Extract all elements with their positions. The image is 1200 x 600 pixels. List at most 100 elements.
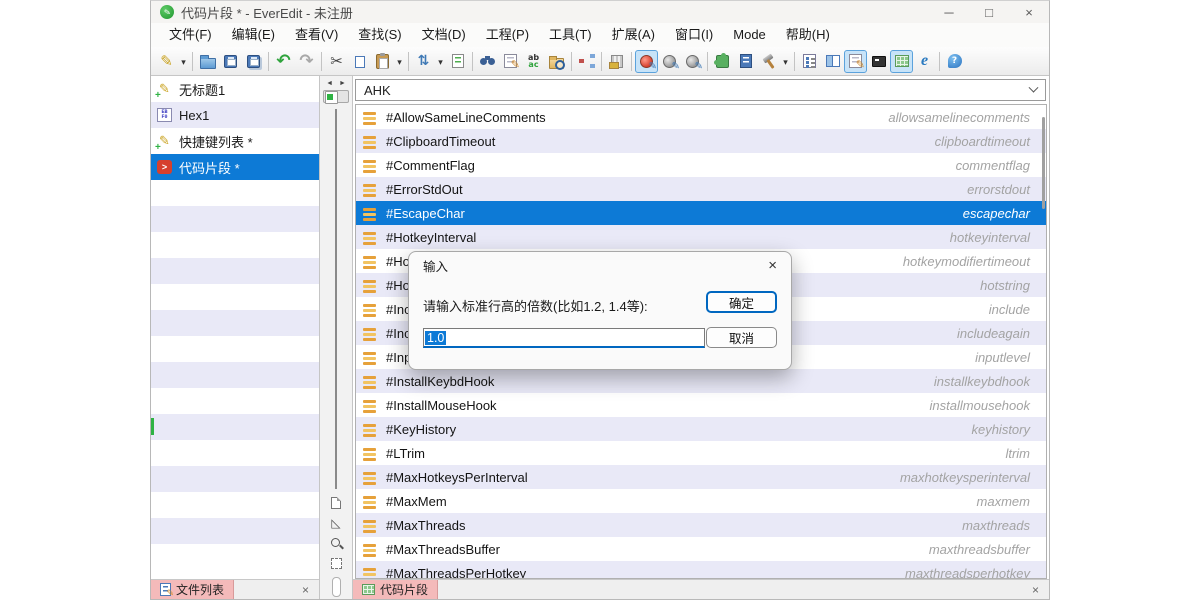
strip-scrollbar-thumb[interactable] xyxy=(332,577,341,597)
dialog-close-button[interactable]: × xyxy=(768,258,777,273)
minimize-button[interactable]: ─ xyxy=(929,1,969,23)
menu-item[interactable]: 查看(V) xyxy=(285,23,348,47)
snippet-name: #InstallKeybdHook xyxy=(386,374,494,389)
screen: 代码片段 * - EverEdit - 未注册 ─ □ × 文件(F)编辑(E)… xyxy=(0,0,1200,600)
record-macro-button[interactable] xyxy=(635,50,658,73)
snippet-row[interactable]: #MaxThreadsPerHotkey maxthreadsperhotkey xyxy=(356,561,1046,579)
reformat-dropdown[interactable] xyxy=(435,50,446,73)
find-icon xyxy=(479,55,497,67)
splitter-track[interactable] xyxy=(335,109,337,489)
sidebar-item[interactable]: 代码片段 * xyxy=(151,154,319,180)
build-button[interactable] xyxy=(757,50,780,73)
snippet-row[interactable]: #MaxHotkeysPerInterval maxhotkeysperinte… xyxy=(356,465,1046,489)
chevron-down-icon xyxy=(783,52,788,70)
menu-item[interactable]: 编辑(E) xyxy=(222,23,285,47)
build-dropdown[interactable] xyxy=(780,50,791,73)
snippet-panel-button[interactable] xyxy=(890,50,913,73)
play-macro-button[interactable] xyxy=(658,50,681,73)
snippet-row[interactable]: #CommentFlag commentflag xyxy=(356,153,1046,177)
tab-file-list[interactable]: 文件列表 xyxy=(151,580,234,599)
replace-button[interactable] xyxy=(522,50,545,73)
close-button[interactable]: × xyxy=(1009,1,1049,23)
hex-doc-icon xyxy=(157,108,172,122)
menu-item[interactable]: 工具(T) xyxy=(539,23,602,47)
snippet-trigger: allowsamelinecomments xyxy=(888,110,1030,125)
console-panel-icon xyxy=(872,56,886,67)
snippet-trigger: keyhistory xyxy=(971,422,1030,437)
plugin-button[interactable] xyxy=(711,50,734,73)
outline-panel-icon xyxy=(803,54,816,68)
menu-item[interactable]: 帮助(H) xyxy=(776,23,840,47)
snippet-row[interactable]: #InstallKeybdHook installkeybdhook xyxy=(356,369,1046,393)
new-snippet-dropdown[interactable] xyxy=(178,50,189,73)
magnifier-icon xyxy=(330,537,343,550)
file-list-close-button[interactable]: × xyxy=(302,584,309,596)
reformat-button[interactable] xyxy=(412,50,435,73)
new-snippet-button[interactable] xyxy=(155,50,178,73)
compose-button[interactable] xyxy=(499,50,522,73)
snippet-row[interactable]: #MaxThreads maxthreads xyxy=(356,513,1046,537)
console-panel-button[interactable] xyxy=(867,50,890,73)
maximize-button[interactable]: □ xyxy=(969,1,1009,23)
snippet-row[interactable]: #KeyHistory keyhistory xyxy=(356,417,1046,441)
snippet-row[interactable]: #HotkeyInterval hotkeyinterval xyxy=(356,225,1046,249)
undo-button[interactable] xyxy=(272,50,295,73)
snippet-row[interactable]: #InstallMouseHook installmousehook xyxy=(356,393,1046,417)
snippet-row[interactable]: #AllowSameLineComments allowsamelinecomm… xyxy=(356,105,1046,129)
cancel-button[interactable]: 取消 xyxy=(706,327,777,348)
help-button[interactable] xyxy=(943,50,966,73)
macro-settings-button[interactable] xyxy=(681,50,704,73)
snippet-row[interactable]: #ErrorStdOut errorstdout xyxy=(356,177,1046,201)
menu-item[interactable]: 扩展(A) xyxy=(602,23,665,47)
snippet-editor-panel-button[interactable] xyxy=(844,50,867,73)
menu-item[interactable]: 窗口(I) xyxy=(665,23,723,47)
snippet-row[interactable]: #MaxThreadsBuffer maxthreadsbuffer xyxy=(356,537,1046,561)
zoom-tool-button[interactable] xyxy=(326,533,346,553)
menu-item[interactable]: 文档(D) xyxy=(412,23,476,47)
outline-panel-button[interactable] xyxy=(798,50,821,73)
sidebar-item[interactable]: 无标题1 xyxy=(151,76,319,102)
list-scrollbar-thumb[interactable] xyxy=(1042,117,1045,209)
paste-dropdown[interactable] xyxy=(394,50,405,73)
browser-button[interactable] xyxy=(913,50,936,73)
selection-tool-button[interactable] xyxy=(326,553,346,573)
snippet-panel-close-button[interactable]: × xyxy=(1032,584,1039,596)
toolbar-separator xyxy=(268,52,269,71)
snippet-row[interactable]: #ClipboardTimeout clipboardtimeout xyxy=(356,129,1046,153)
line-height-input[interactable]: 1.0 xyxy=(423,328,705,348)
view-doc-button[interactable] xyxy=(446,50,469,73)
link-nodes-button[interactable] xyxy=(575,50,598,73)
sidebar-panel-button[interactable] xyxy=(821,50,844,73)
page-tool-button[interactable] xyxy=(326,493,346,513)
cursor-tool-button[interactable] xyxy=(326,513,346,533)
strip-arrows: ◄ ► xyxy=(326,76,346,90)
chevron-down-icon xyxy=(397,52,402,70)
cut-button[interactable] xyxy=(325,50,348,73)
document-button[interactable] xyxy=(734,50,757,73)
save-button[interactable] xyxy=(219,50,242,73)
snippet-row[interactable]: #LTrim ltrim xyxy=(356,441,1046,465)
menu-item[interactable]: Mode xyxy=(723,23,776,47)
menu-item[interactable]: 查找(S) xyxy=(348,23,411,47)
scroll-left-button[interactable]: ◄ xyxy=(326,80,333,87)
redo-button[interactable] xyxy=(295,50,318,73)
sidebar-empty-row xyxy=(151,180,319,206)
hex-edit-button[interactable] xyxy=(605,50,628,73)
sidebar-item[interactable]: 快捷键列表 * xyxy=(151,128,319,154)
ok-button[interactable]: 确定 xyxy=(706,291,777,313)
snippet-row[interactable]: #EscapeChar escapechar xyxy=(356,201,1046,225)
save-all-button[interactable] xyxy=(242,50,265,73)
find-in-files-button[interactable] xyxy=(545,50,568,73)
zoom-slider[interactable] xyxy=(323,90,349,103)
menu-item[interactable]: 文件(F) xyxy=(159,23,222,47)
find-button[interactable] xyxy=(476,50,499,73)
sidebar-item[interactable]: Hex1 xyxy=(151,102,319,128)
paste-button[interactable] xyxy=(371,50,394,73)
open-file-button[interactable] xyxy=(196,50,219,73)
snippet-category-combobox[interactable]: AHK xyxy=(355,79,1046,101)
scroll-right-button[interactable]: ► xyxy=(339,80,346,87)
tab-snippets[interactable]: 代码片段 xyxy=(353,580,438,599)
copy-button[interactable] xyxy=(348,50,371,73)
menu-item[interactable]: 工程(P) xyxy=(476,23,539,47)
snippet-row[interactable]: #MaxMem maxmem xyxy=(356,489,1046,513)
